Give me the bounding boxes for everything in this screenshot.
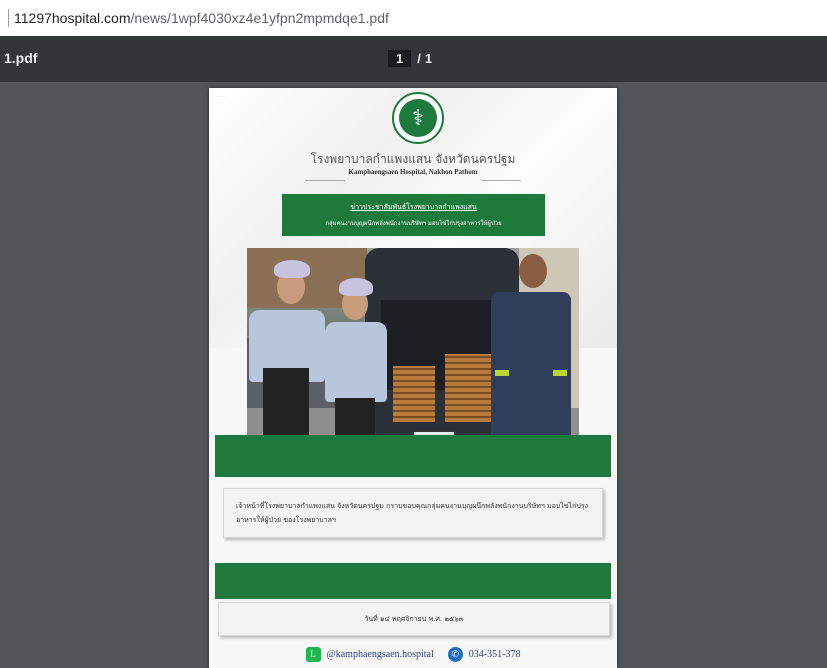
url-host: 11297hospital.com [14, 10, 131, 26]
donation-photo: ษษ 8116 [247, 248, 579, 466]
reflective-band-left [495, 370, 509, 376]
green-band-top [215, 435, 611, 477]
news-body-box: เจ้าหน้าที่โรงพยาบาลกำแพงแสน จังหวัดนครป… [223, 488, 603, 538]
divider-line-right [481, 180, 521, 181]
ministry-logo-icon: ⚕ [392, 92, 444, 144]
url-path: /news/1wpf4030xz4e1yfpn2mpmdqe1.pdf [130, 10, 389, 26]
person-right-head [519, 254, 547, 288]
hospital-name-thai: โรงพยาบาลกำแพงแสน จังหวัดนครปฐม [310, 152, 516, 166]
hospital-name-english: Kamphaengsaen Hospital, Nakhon Pathom [348, 168, 478, 176]
egg-trays-left [393, 366, 435, 422]
egg-trays-right [445, 354, 493, 422]
person-middle-cap [339, 278, 373, 296]
caduceus-icon: ⚕ [399, 99, 437, 137]
green-band-bottom [215, 563, 611, 599]
address-bar-divider [8, 9, 9, 27]
total-pages: 1 [424, 51, 433, 66]
pdf-page: ····· ⚕ โรงพยาบาลกำแพงแสน จังหวัดนครปฐม … [209, 88, 617, 668]
line-handle: @kamphaengsaen.hospital [326, 648, 434, 660]
pdf-file-name: 1.pdf [4, 50, 38, 66]
phone-number: 034-351-378 [468, 648, 521, 660]
headline-text: ข่าวประชาสัมพันธ์โรงพยาบาลกำแพงแสน [350, 204, 477, 211]
subheadline-text: กลุ่มคนงานบุญผนึกพลังพนักงานบริษัทฯ มอบไ… [325, 221, 502, 227]
headline-banner: ข่าวประชาสัมพันธ์โรงพยาบาลกำแพงแสน กลุ่ม… [282, 194, 545, 236]
person-left-cap [274, 260, 310, 278]
page-corner-mark: ····· [215, 94, 225, 100]
line-app-icon: L [305, 646, 321, 662]
phone-icon: ✆ [447, 646, 463, 662]
page-separator: / [417, 51, 421, 66]
news-body-text: เจ้าหน้าที่โรงพยาบาลกำแพงแสน จังหวัดนครป… [236, 502, 588, 524]
current-page-input[interactable]: 1 [388, 50, 412, 67]
contact-footer: L @kamphaengsaen.hospital ✆ 034-351-378 [209, 640, 617, 668]
date-text: วันที่ ๑๔ พฤศจิกายน พ.ศ. ๒๕๖๓ [364, 615, 464, 623]
person-middle-shirt [325, 322, 387, 402]
address-bar[interactable]: 11297hospital.com/news/1wpf4030xz4e1yfpn… [0, 0, 827, 36]
divider-line-left [305, 180, 345, 181]
page-indicator: 1 / 1 [388, 50, 436, 67]
pdf-toolbar: 1.pdf 1 / 1 [0, 36, 827, 82]
url-text[interactable]: 11297hospital.com/news/1wpf4030xz4e1yfpn… [14, 10, 389, 26]
date-box: วันที่ ๑๔ พฤศจิกายน พ.ศ. ๒๕๖๓ [218, 602, 610, 636]
reflective-band-right [553, 370, 567, 376]
